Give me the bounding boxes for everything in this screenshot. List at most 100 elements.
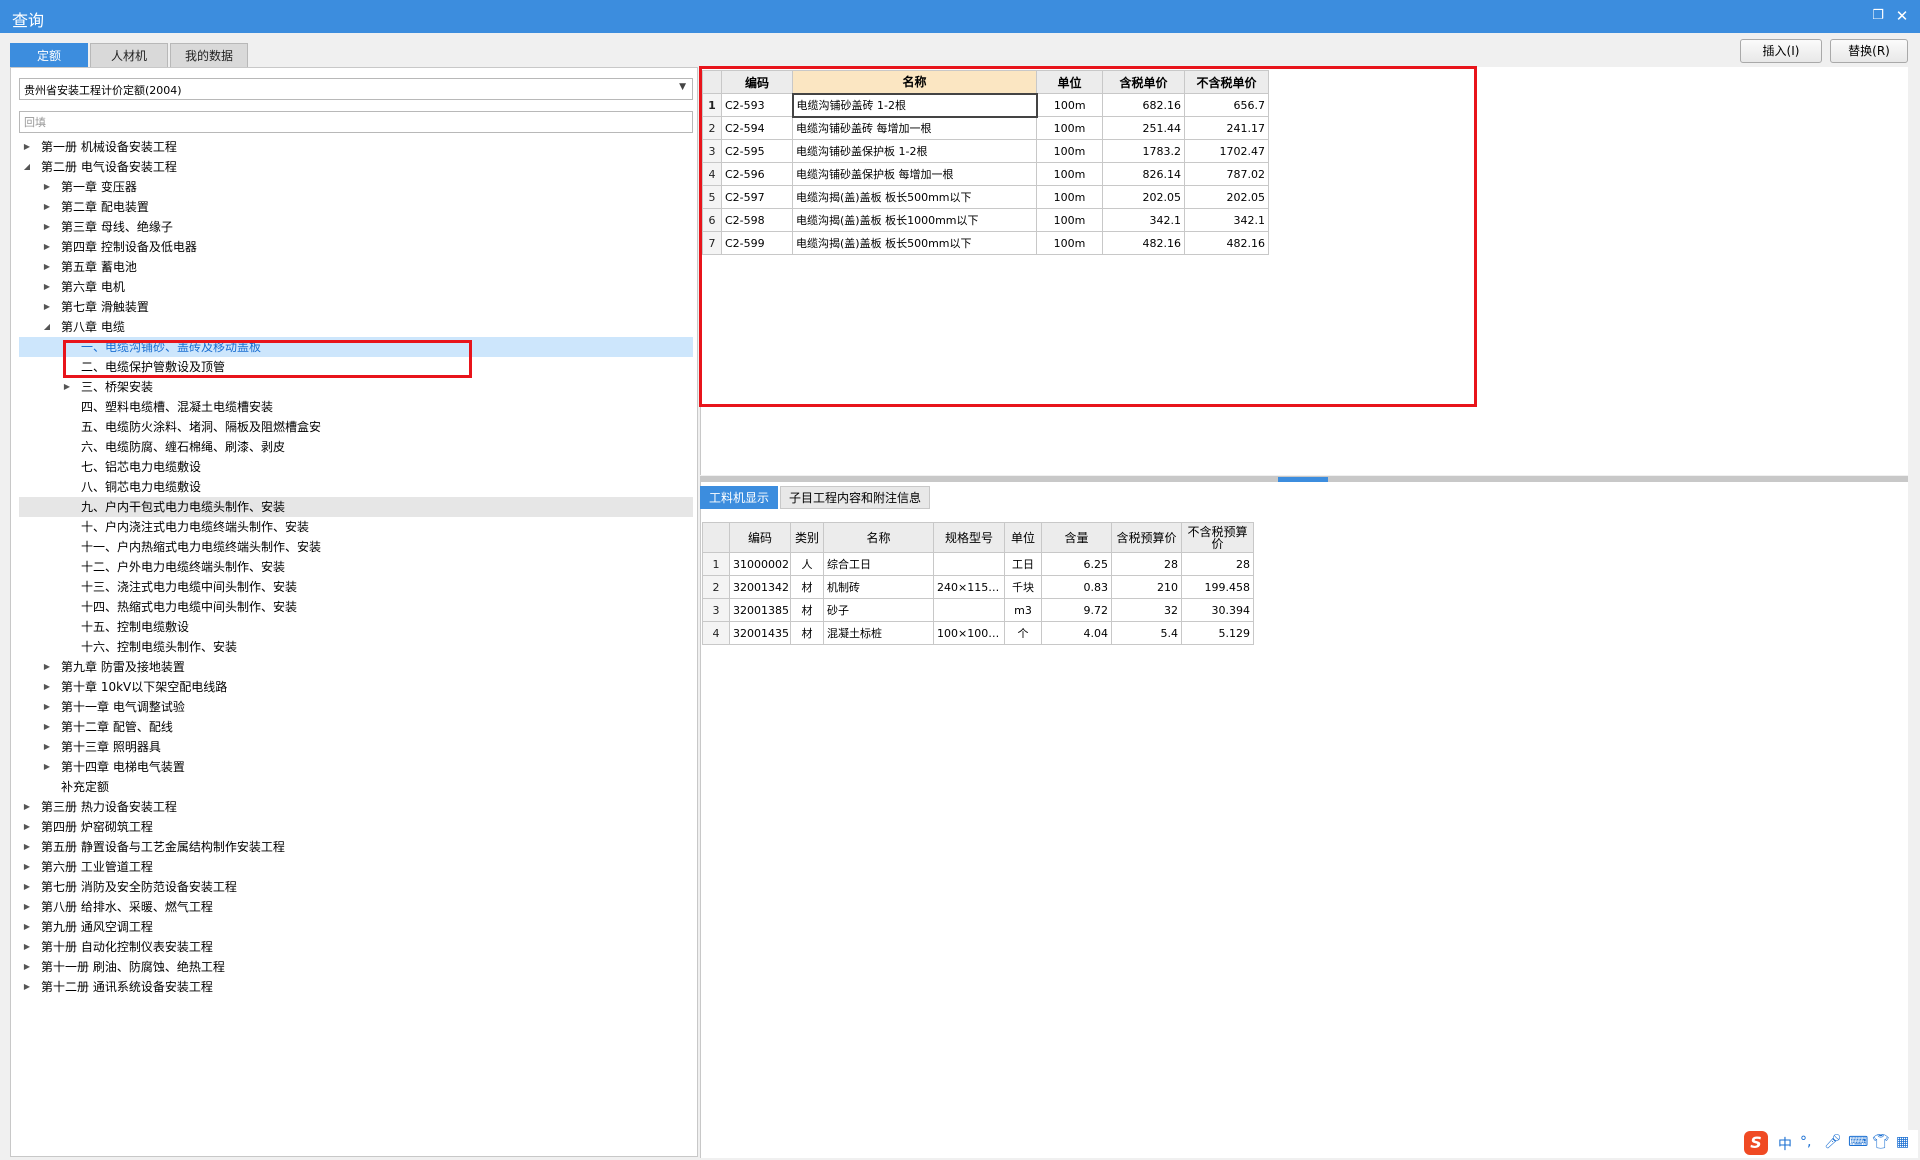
tree-item[interactable]: 十四、热缩式电力电缆中间头制作、安装 bbox=[19, 597, 693, 617]
col-header-unit[interactable]: 单位 bbox=[1036, 70, 1103, 94]
col-header-code[interactable]: 编码 bbox=[729, 522, 791, 553]
cell-code[interactable]: C2-596 bbox=[721, 162, 793, 186]
cell-category[interactable]: 材 bbox=[790, 598, 824, 622]
keyboard-icon[interactable]: ⌨ bbox=[1848, 1134, 1868, 1150]
expand-arrow-icon[interactable]: ▶ bbox=[41, 197, 53, 217]
tree-item[interactable]: ▶ 第十三章 照明器具 bbox=[19, 737, 693, 757]
cell-name[interactable]: 电缆沟揭(盖)盖板 板长500mm以下 bbox=[792, 231, 1037, 255]
chevron-down-icon[interactable]: ▼ bbox=[679, 82, 686, 92]
tree-item[interactable]: ▶ 第十册 自动化控制仪表安装工程 bbox=[19, 937, 693, 957]
cell-name[interactable]: 电缆沟铺砂盖保护板 1-2根 bbox=[792, 139, 1037, 163]
cell-notax-budget-price[interactable]: 5.129 bbox=[1181, 621, 1254, 645]
tab-material-display[interactable]: 工料机显示 bbox=[700, 486, 779, 509]
tree-item[interactable]: 十三、浇注式电力电缆中间头制作、安装 bbox=[19, 577, 693, 597]
cell-code[interactable]: C2-598 bbox=[721, 208, 793, 232]
row-number[interactable]: 4 bbox=[702, 162, 722, 186]
expand-arrow-icon[interactable]: ▶ bbox=[41, 177, 53, 197]
cell-tax-budget-price[interactable]: 210 bbox=[1111, 575, 1182, 599]
cell-tax-price[interactable]: 342.1 bbox=[1102, 208, 1185, 232]
cell-tax-price[interactable]: 251.44 bbox=[1102, 116, 1185, 140]
cell-tax-price[interactable]: 1783.2 bbox=[1102, 139, 1185, 163]
cell-name[interactable]: 综合工日 bbox=[823, 552, 934, 576]
table-row[interactable]: 5 C2-597 电缆沟揭(盖)盖板 板长500mm以下 100m 202.05 202.… bbox=[702, 185, 1269, 209]
cell-notax-price[interactable]: 787.02 bbox=[1184, 162, 1269, 186]
tree-item[interactable]: ▶ 三、桥架安装 bbox=[19, 377, 693, 397]
tree-item[interactable]: ▶ 第六章 电机 bbox=[19, 277, 693, 297]
table-row[interactable]: 6 C2-598 电缆沟揭(盖)盖板 板长1000mm以下 100m 342.1 342.… bbox=[702, 208, 1269, 232]
expand-arrow-icon[interactable]: ▶ bbox=[21, 797, 33, 817]
table-row[interactable]: 1 C2-593 电缆沟铺砂盖砖 1-2根 100m 682.16 656.7 bbox=[702, 92, 1269, 118]
table-row[interactable]: 7 C2-599 电缆沟揭(盖)盖板 板长500mm以下 100m 482.16 482.… bbox=[702, 231, 1269, 255]
tree-item[interactable]: 十六、控制电缆头制作、安装 bbox=[19, 637, 693, 657]
cell-unit[interactable]: 100m bbox=[1036, 93, 1103, 117]
expand-arrow-icon[interactable]: ▶ bbox=[41, 677, 53, 697]
cell-tax-price[interactable]: 482.16 bbox=[1102, 231, 1185, 255]
library-select[interactable]: 贵州省安装工程计价定额(2004) ▼ bbox=[19, 78, 693, 100]
tree-item[interactable]: ▶ 第一章 变压器 bbox=[19, 177, 693, 197]
expand-arrow-icon[interactable]: ▶ bbox=[21, 897, 33, 917]
cell-spec[interactable]: 240×115… bbox=[933, 575, 1005, 599]
expand-arrow-icon[interactable]: ▶ bbox=[41, 757, 53, 777]
skin-icon[interactable]: 👕︎ bbox=[1872, 1134, 1890, 1150]
punctuation-icon[interactable]: °, bbox=[1800, 1134, 1811, 1150]
table-row[interactable]: 4 32001435 材混凝土标桩 100×100… 个 4.04 5.4 5.129 bbox=[702, 621, 1254, 645]
cell-unit[interactable]: 100m bbox=[1036, 185, 1103, 209]
tree-item[interactable]: ▶ 第七章 滑触装置 bbox=[19, 297, 693, 317]
cell-notax-price[interactable]: 202.05 bbox=[1184, 185, 1269, 209]
expand-arrow-icon[interactable]: ▶ bbox=[61, 377, 73, 397]
restore-icon[interactable]: ❐ bbox=[1870, 8, 1886, 24]
tree-item[interactable]: 七、铝芯电力电缆敷设 bbox=[19, 457, 693, 477]
tree-item[interactable]: ▶ 第十一册 刷油、防腐蚀、绝热工程 bbox=[19, 957, 693, 977]
col-header-name[interactable]: 名称 bbox=[792, 70, 1037, 94]
tree-item[interactable]: 一、电缆沟铺砂、盖砖及移动盖板 bbox=[19, 337, 693, 357]
col-header-notax-budget-price[interactable]: 不含税预算价 bbox=[1181, 522, 1254, 553]
cell-unit[interactable]: 100m bbox=[1036, 231, 1103, 255]
cell-quantity[interactable]: 9.72 bbox=[1041, 598, 1112, 622]
cell-notax-budget-price[interactable]: 28 bbox=[1181, 552, 1254, 576]
cell-unit[interactable]: m3 bbox=[1004, 598, 1042, 622]
replace-button[interactable]: 替换(R) bbox=[1830, 39, 1908, 63]
toolbox-icon[interactable]: ▦ bbox=[1896, 1134, 1909, 1150]
cell-tax-budget-price[interactable]: 5.4 bbox=[1111, 621, 1182, 645]
expand-arrow-icon[interactable]: ▶ bbox=[21, 937, 33, 957]
tree-item[interactable]: 六、电缆防腐、缠石棉绳、刷漆、剥皮 bbox=[19, 437, 693, 457]
cell-name[interactable]: 砂子 bbox=[823, 598, 934, 622]
cell-tax-price[interactable]: 682.16 bbox=[1102, 93, 1185, 117]
expand-arrow-icon[interactable]: ▶ bbox=[41, 237, 53, 257]
tree-item[interactable]: ▶ 第九章 防雷及接地装置 bbox=[19, 657, 693, 677]
expand-arrow-icon[interactable]: ▶ bbox=[41, 277, 53, 297]
col-header-code[interactable]: 编码 bbox=[721, 70, 793, 94]
cell-unit[interactable]: 100m bbox=[1036, 116, 1103, 140]
cell-spec[interactable]: 100×100… bbox=[933, 621, 1005, 645]
tab-my-data[interactable]: 我的数据 bbox=[170, 43, 248, 68]
tree-item[interactable]: 五、电缆防火涂料、堵洞、隔板及阻燃槽盒安 bbox=[19, 417, 693, 437]
cell-code[interactable]: C2-595 bbox=[721, 139, 793, 163]
cell-notax-price[interactable]: 1702.47 bbox=[1184, 139, 1269, 163]
cell-spec[interactable] bbox=[933, 552, 1005, 576]
cell-notax-price[interactable]: 241.17 bbox=[1184, 116, 1269, 140]
expand-arrow-icon[interactable]: ▶ bbox=[21, 917, 33, 937]
expand-arrow-icon[interactable]: ▶ bbox=[21, 977, 33, 997]
tree-item[interactable]: ▶ 第十章 10kV以下架空配电线路 bbox=[19, 677, 693, 697]
expand-arrow-icon[interactable]: ▶ bbox=[41, 697, 53, 717]
row-number[interactable]: 2 bbox=[702, 116, 722, 140]
insert-button[interactable]: 插入(I) bbox=[1740, 39, 1822, 63]
tree-item[interactable]: ▶ 第十二册 通讯系统设备安装工程 bbox=[19, 977, 693, 997]
table-row[interactable]: 3 32001385 材砂子 m3 9.72 32 30.394 bbox=[702, 598, 1254, 622]
cell-tax-budget-price[interactable]: 32 bbox=[1111, 598, 1182, 622]
tree-item[interactable]: ▶ 第八册 给排水、采暖、燃气工程 bbox=[19, 897, 693, 917]
tree-item[interactable]: ▶ 第三章 母线、绝缘子 bbox=[19, 217, 693, 237]
row-number[interactable]: 2 bbox=[702, 575, 730, 599]
cell-code[interactable]: 32001435 bbox=[729, 621, 791, 645]
expand-arrow-icon[interactable]: ▶ bbox=[41, 217, 53, 237]
cell-code[interactable]: 31000002 bbox=[729, 552, 791, 576]
cell-quantity[interactable]: 0.83 bbox=[1041, 575, 1112, 599]
collapse-arrow-icon[interactable]: ◢ bbox=[21, 157, 33, 177]
col-header-unit[interactable]: 单位 bbox=[1004, 522, 1042, 553]
tree-item[interactable]: ◢ 第八章 电缆 bbox=[19, 317, 693, 337]
cell-tax-price[interactable]: 202.05 bbox=[1102, 185, 1185, 209]
row-number[interactable]: 1 bbox=[702, 93, 722, 117]
cell-unit[interactable]: 100m bbox=[1036, 162, 1103, 186]
expand-arrow-icon[interactable]: ▶ bbox=[21, 817, 33, 837]
row-number[interactable]: 3 bbox=[702, 598, 730, 622]
